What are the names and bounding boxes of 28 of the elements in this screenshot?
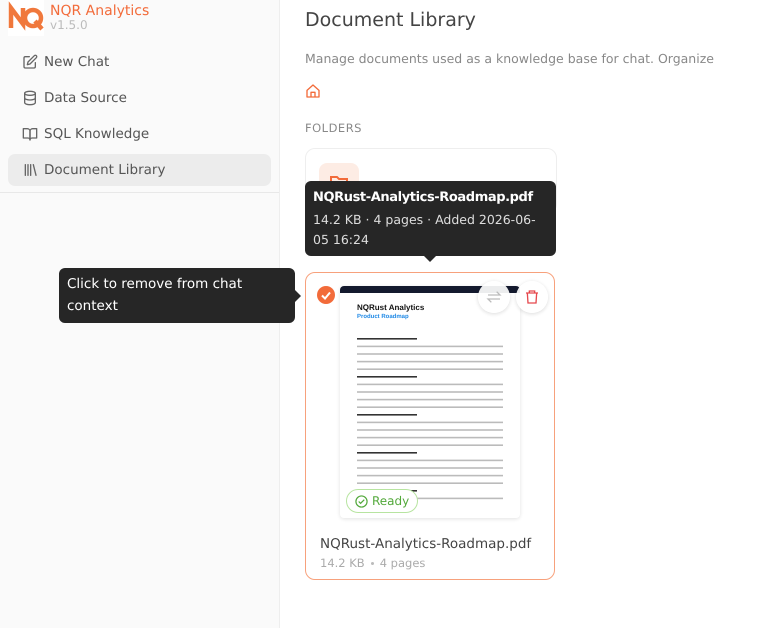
database-icon [22,90,38,106]
page-title: Document Library [305,8,477,33]
file-size: 14.2 KB [320,556,365,570]
status-text: Ready [372,494,410,508]
library-icon [22,162,38,178]
separator-dot [370,562,374,564]
folders-heading: FOLDERS [305,121,363,135]
tooltip-title: NQRust-Analytics-Roadmap.pdf [313,189,534,207]
home-icon[interactable] [305,83,321,99]
book-icon [22,126,38,142]
delete-button[interactable] [516,281,548,313]
sidebar-item[interactable]: Data Source [8,82,271,114]
check-circle-icon [355,494,368,508]
tooltip-details: 14.2 KB · 4 pages · Added 2026-06-05 16:24 [313,211,537,249]
swap-arrows-icon [486,289,502,305]
trash-icon [524,289,540,305]
edit-icon [22,54,38,70]
tooltip-text: Click to remove from chat context [67,276,242,314]
sidebar-item[interactable]: SQL Knowledge [8,118,271,150]
app-version: v1.5.0 [50,19,89,32]
page-count: 4 pages [380,556,426,570]
app-name: NQR Analytics [50,3,150,19]
preview-title: NQRust Analytics [357,303,424,312]
check-icon[interactable] [317,286,335,304]
page-description: Manage documents used as a knowledge base for chat. Organize [305,51,715,66]
file-name: NQRust-Analytics-Roadmap.pdf [320,536,532,552]
sidebar-item[interactable]: Document Library [8,154,271,186]
sidebar-item[interactable]: New Chat [8,46,271,78]
